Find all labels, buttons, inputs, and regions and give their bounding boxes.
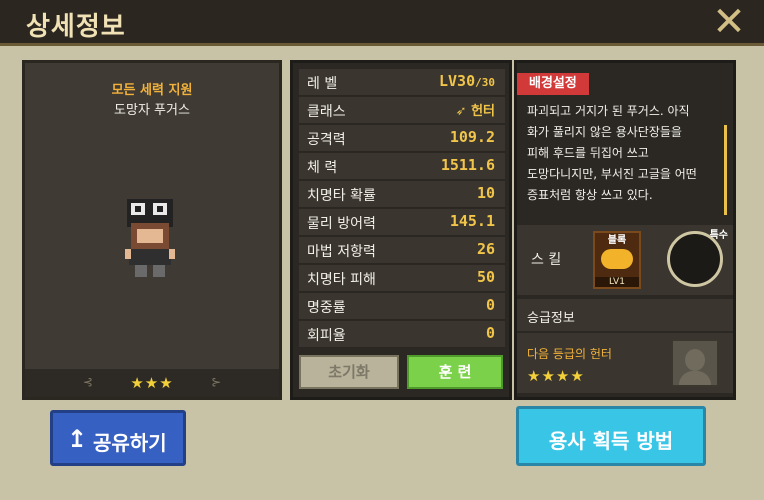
stat-row: 치명타 확률 10 [299, 181, 505, 208]
stat-row: 공격력 109.2 [299, 125, 505, 152]
stat-label: 회피율 [307, 328, 346, 344]
close-icon[interactable]: ✕ [710, 2, 748, 42]
story-line: 피해 후드를 뒤집어 쓰고 [527, 146, 649, 160]
hero-portrait-panel: 모든 세력 지원 도망자 푸거스 ⊰ ★★★ ⊱ [22, 60, 282, 400]
background-story-text[interactable]: 파괴되고 거지가 된 푸거스. 아직 화가 풀리지 않은 용사단장들을 피해 후… [527, 101, 723, 213]
class-name: 헌터 [471, 104, 495, 119]
level-current: LV30 [439, 72, 476, 90]
story-line: 화가 풀리지 않은 용사단장들을 [527, 125, 682, 139]
reset-button[interactable]: 초기화 [299, 355, 399, 389]
hero-faction: 모든 세력 지원 [111, 83, 193, 98]
hero-star-rating: ★★★ [130, 374, 174, 392]
stat-label: 명중률 [307, 300, 346, 316]
stat-row: 치명타 피해 50 [299, 265, 505, 292]
stat-value: 26 [476, 240, 495, 258]
skill-special-tag: 특수 [709, 230, 728, 241]
story-scrollbar[interactable] [724, 125, 727, 215]
skill-glow-icon [601, 249, 633, 269]
stat-value: 10 [476, 184, 495, 202]
story-line: 증표처럼 항상 쓰고 있다. [527, 188, 653, 202]
stat-row-level: 레 벨 LV30/30 [299, 69, 505, 96]
ornament-right-icon: ⊱ [210, 375, 221, 389]
hero-footer: ⊰ ★★★ ⊱ [25, 369, 279, 397]
level-label: 레 벨 [307, 76, 338, 92]
silhouette-shoulders [679, 371, 711, 385]
promotion-body: 다음 등급의 헌터 ★★★★ [517, 333, 733, 393]
how-to-get-button[interactable]: 용사 획득 방법 [516, 406, 706, 466]
story-line: 파괴되고 거지가 된 푸거스. 아직 [527, 104, 690, 118]
skill-block-icon[interactable]: 블록 LV1 [593, 231, 641, 289]
stat-value: 145.1 [449, 212, 495, 230]
stat-value: 0 [485, 296, 495, 314]
silhouette-portrait-icon[interactable] [671, 339, 719, 387]
stats-panel: 레 벨 LV30/30 클래스 ➶ 헌터 공격력 109.2 체 력 1511.6 치명… [290, 60, 512, 400]
stat-value: 50 [476, 268, 495, 286]
class-label: 클래스 [307, 104, 346, 120]
promotion-header: 승급정보 [517, 299, 733, 331]
stat-value: 1511.6 [440, 156, 495, 174]
stat-row: 체 력 1511.6 [299, 153, 505, 180]
promotion-label: 승급정보 [527, 311, 575, 326]
stat-value: 109.2 [449, 128, 495, 146]
background-story-tab: 배경설정 [517, 73, 589, 95]
stat-label: 마법 저항력 [307, 244, 376, 260]
level-value: LV30/30 [439, 72, 495, 90]
hero-detail-screen: 상세정보 ✕ 모든 세력 지원 도망자 푸거스 ⊰ ★★★ ⊱ 레 벨 LV30… [0, 0, 764, 500]
stat-row: 명중률 0 [299, 293, 505, 320]
bow-icon: ➶ [455, 104, 467, 119]
skill-block-tag: 블록 [607, 235, 627, 246]
silhouette-head [685, 349, 705, 371]
skill-level: LV1 [595, 277, 639, 287]
page-title: 상세정보 [26, 12, 126, 42]
how-to-get-label: 용사 획득 방법 [548, 429, 674, 453]
stat-row: 회피율 0 [299, 321, 505, 348]
info-panel: 배경설정 파괴되고 거지가 된 푸거스. 아직 화가 풀리지 않은 용사단장들을… [514, 60, 736, 400]
stat-label: 치명타 피해 [307, 272, 376, 288]
stat-label: 체 력 [307, 160, 338, 176]
promotion-star-rating: ★★★★ [527, 367, 585, 385]
class-value: ➶ 헌터 [456, 100, 495, 119]
skill-special-slot[interactable]: 특수 [667, 230, 728, 287]
stat-value: 0 [485, 324, 495, 342]
skill-label: 스 킬 [531, 252, 562, 268]
level-max: /30 [475, 76, 495, 89]
stat-label: 물리 방어력 [307, 216, 376, 232]
share-label: 공유하기 [93, 431, 167, 455]
stat-row: 마법 저항력 26 [299, 237, 505, 264]
train-button[interactable]: 훈 련 [407, 355, 503, 389]
stat-row: 물리 방어력 145.1 [299, 209, 505, 236]
share-icon: ↥ [67, 425, 88, 453]
promotion-next-grade: 다음 등급의 헌터 [527, 347, 612, 361]
stat-label: 치명타 확률 [307, 188, 376, 204]
skill-section: 스 킬 블록 LV1 특수 [517, 225, 733, 295]
hero-sprite [125, 199, 175, 277]
hero-name: 도망자 푸거스 [114, 103, 190, 118]
stat-row-class: 클래스 ➶ 헌터 [299, 97, 505, 124]
title-bar: 상세정보 ✕ [0, 0, 764, 46]
stat-label: 공격력 [307, 132, 346, 148]
share-button[interactable]: ↥ 공유하기 [50, 410, 186, 466]
story-line: 도망다니지만, 부서진 고글을 어떤 [527, 167, 697, 181]
